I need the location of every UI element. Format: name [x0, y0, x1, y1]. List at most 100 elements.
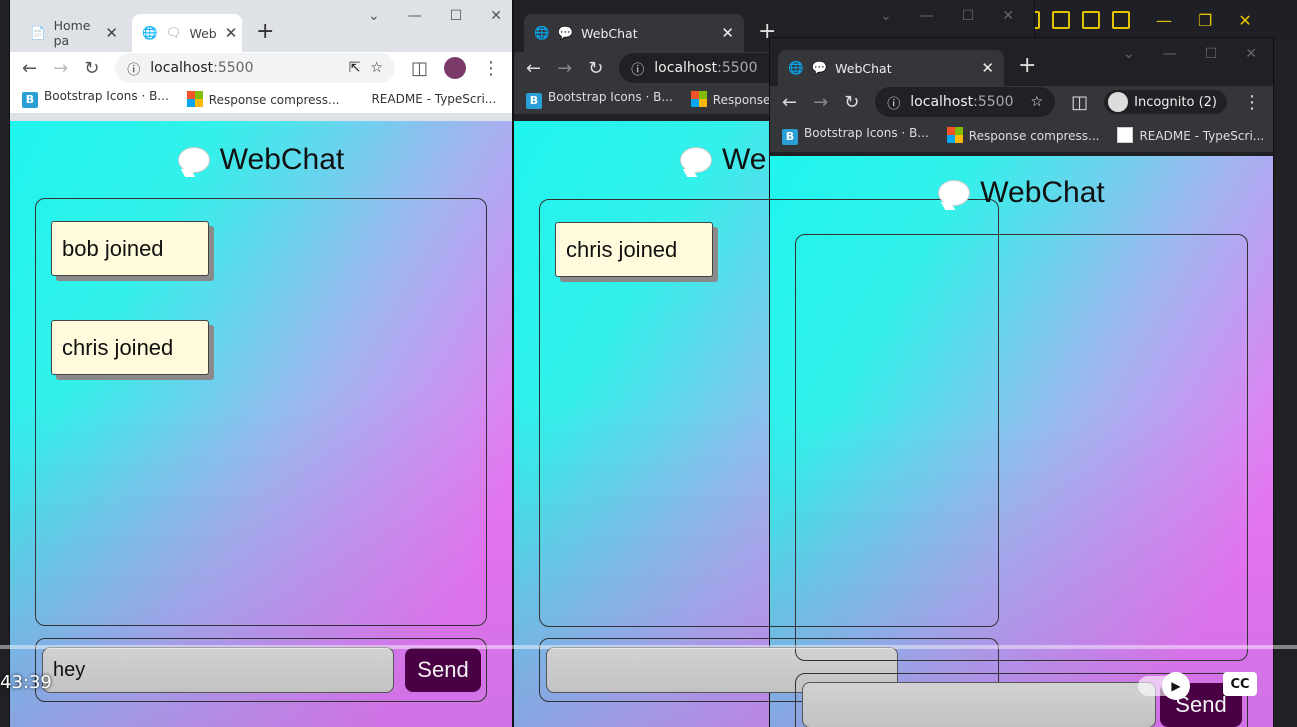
- more-icon[interactable]: ⋮: [1243, 92, 1261, 113]
- chat-bubble-icon: [680, 147, 712, 173]
- close-icon[interactable]: ✕: [1238, 11, 1251, 30]
- close-icon[interactable]: ✕: [1245, 46, 1257, 62]
- share-icon[interactable]: ⇱: [349, 60, 361, 76]
- microsoft-icon: [690, 91, 707, 107]
- message-text: chris joined: [566, 236, 678, 262]
- globe-icon: 🌐: [142, 25, 158, 40]
- back-icon[interactable]: ←: [782, 92, 797, 113]
- incognito-badge[interactable]: Incognito (2): [1104, 90, 1227, 114]
- chevron-down-icon[interactable]: ⌄: [880, 8, 892, 24]
- tab-webchat[interactable]: 🌐 🗨 Web ✕: [132, 14, 242, 52]
- minimize-icon[interactable]: —: [1156, 11, 1172, 30]
- message-input[interactable]: hey: [42, 647, 394, 693]
- bookmark-item[interactable]: B Bootstrap Icons · B...: [526, 90, 673, 109]
- address-bar[interactable]: ⓘ localhost:5500 ⇱ ☆: [115, 53, 395, 83]
- star-icon[interactable]: ☆: [370, 60, 383, 76]
- reload-icon[interactable]: ↻: [84, 58, 99, 79]
- new-tab-icon[interactable]: +: [1018, 53, 1036, 78]
- tab-webchat[interactable]: 🌐 💬 WebChat ✕: [778, 50, 1004, 86]
- document-icon: 📄: [30, 25, 46, 40]
- chat-bubble-icon: [938, 180, 971, 206]
- page-title: WebChat: [980, 176, 1105, 209]
- bookmark-label: Response compress...: [208, 92, 340, 107]
- bookmark-item[interactable]: README - TypeScri...: [357, 92, 496, 106]
- page-title: WebChat: [219, 143, 345, 176]
- sidepanel-icon[interactable]: ◫: [1071, 92, 1088, 113]
- close-tab-icon[interactable]: ✕: [721, 24, 734, 42]
- close-icon[interactable]: ✕: [490, 8, 502, 24]
- minimize-icon[interactable]: —: [1163, 46, 1177, 62]
- close-tab-icon[interactable]: ✕: [105, 24, 118, 42]
- message-list: bob joined chris joined: [35, 198, 487, 626]
- maximize-icon[interactable]: ☐: [450, 8, 463, 24]
- reload-icon[interactable]: ↻: [588, 58, 603, 79]
- chat-bubble-icon: 💬: [557, 25, 574, 40]
- chevron-down-icon[interactable]: ⌄: [368, 8, 380, 24]
- window-controls: ⌄ — ☐ ✕: [1123, 46, 1257, 62]
- tab-label: WebChat: [581, 25, 638, 41]
- layout-grid-icon[interactable]: [1112, 11, 1130, 29]
- microsoft-icon: [946, 127, 963, 143]
- bookmark-label: README - TypeScri...: [371, 91, 497, 106]
- forward-icon[interactable]: →: [53, 58, 68, 79]
- minimize-icon[interactable]: —: [408, 8, 422, 24]
- maximize-icon[interactable]: ☐: [962, 8, 975, 24]
- bookmark-item[interactable]: Response compress...: [186, 90, 340, 107]
- reload-icon[interactable]: ↻: [844, 92, 859, 113]
- incognito-icon: [1108, 92, 1129, 112]
- avatar[interactable]: [444, 57, 466, 79]
- autoplay-toggle[interactable]: ▶: [1138, 672, 1190, 700]
- captions-button[interactable]: CC: [1223, 672, 1257, 696]
- chat-bubble-icon: 🗨: [165, 25, 182, 40]
- window-controls: ⌄ — ☐ ✕: [368, 8, 502, 24]
- play-icon: ▶: [1162, 672, 1190, 700]
- tab-label: Home pa: [53, 18, 91, 48]
- forward-icon[interactable]: →: [557, 58, 572, 79]
- new-tab-icon[interactable]: +: [256, 19, 274, 44]
- back-icon[interactable]: ←: [526, 58, 541, 79]
- minimize-icon[interactable]: —: [920, 8, 934, 24]
- forward-icon[interactable]: →: [813, 92, 828, 113]
- more-icon[interactable]: ⋮: [482, 58, 500, 79]
- maximize-icon[interactable]: ☐: [1205, 46, 1218, 62]
- address-bar[interactable]: ⓘ localhost:5500 ☆: [875, 87, 1056, 117]
- sidepanel-icon[interactable]: ◫: [411, 58, 428, 79]
- close-icon[interactable]: ✕: [1002, 8, 1014, 24]
- bookmark-label: Bootstrap Icons · B...: [548, 89, 673, 104]
- desktop: — ❐ ✕ 📄 Home pa ✕ 🌐 🗨 Web ✕ + ⌄ — ☐ ✕ ← …: [0, 0, 1297, 727]
- video-progress-bar[interactable]: [0, 645, 1297, 649]
- input-value: hey: [53, 658, 86, 681]
- bookmark-item[interactable]: README - TypeScri...: [1117, 127, 1264, 143]
- cc-label: CC: [1230, 676, 1250, 692]
- back-icon[interactable]: ←: [22, 58, 37, 79]
- bookmark-item[interactable]: B Bootstrap Icons · B...: [22, 89, 169, 108]
- bookmarks-bar: B Bootstrap Icons · B... Response compres…: [10, 84, 512, 114]
- layout-bottom-icon[interactable]: [1052, 11, 1070, 29]
- url-port: :5500: [717, 60, 758, 76]
- tab-strip: 📄 Home pa ✕ 🌐 🗨 Web ✕ + ⌄ — ☐ ✕: [10, 0, 512, 52]
- tab-label: Web: [189, 25, 217, 41]
- restore-icon[interactable]: ❐: [1198, 11, 1212, 30]
- tab-webchat[interactable]: 🌐 💬 WebChat ✕: [524, 14, 744, 52]
- chevron-down-icon[interactable]: ⌄: [1123, 46, 1135, 62]
- info-icon: ⓘ: [127, 62, 141, 78]
- list-item: chris joined: [51, 320, 209, 375]
- close-tab-icon[interactable]: ✕: [981, 59, 994, 77]
- bookmark-label: Bootstrap Icons · B...: [804, 125, 929, 140]
- tab-home[interactable]: 📄 Home pa ✕: [20, 14, 128, 52]
- close-tab-icon[interactable]: ✕: [225, 24, 238, 42]
- browser-window-1: 📄 Home pa ✕ 🌐 🗨 Web ✕ + ⌄ — ☐ ✕ ← → ↻ ⓘ …: [10, 0, 512, 727]
- message-list: [795, 234, 1248, 661]
- bookmark-item[interactable]: B Bootstrap Icons · B...: [782, 126, 929, 145]
- message-input[interactable]: [802, 682, 1156, 727]
- send-button[interactable]: Send: [405, 648, 481, 692]
- bootstrap-icon: B: [526, 92, 542, 109]
- window-layout-toolbar: — ❐ ✕: [1010, 0, 1297, 40]
- url-port: :5500: [973, 94, 1014, 110]
- star-icon[interactable]: ☆: [1031, 94, 1044, 110]
- webchat-page: WebChat Send: [770, 156, 1273, 727]
- layout-split-icon[interactable]: [1082, 11, 1100, 29]
- app-header: We: [680, 143, 1034, 177]
- bookmark-item[interactable]: Response compress...: [946, 127, 1099, 143]
- toolbar: ← → ↻ ⓘ localhost:5500 ☆ ◫ Incognito (2)…: [770, 86, 1273, 118]
